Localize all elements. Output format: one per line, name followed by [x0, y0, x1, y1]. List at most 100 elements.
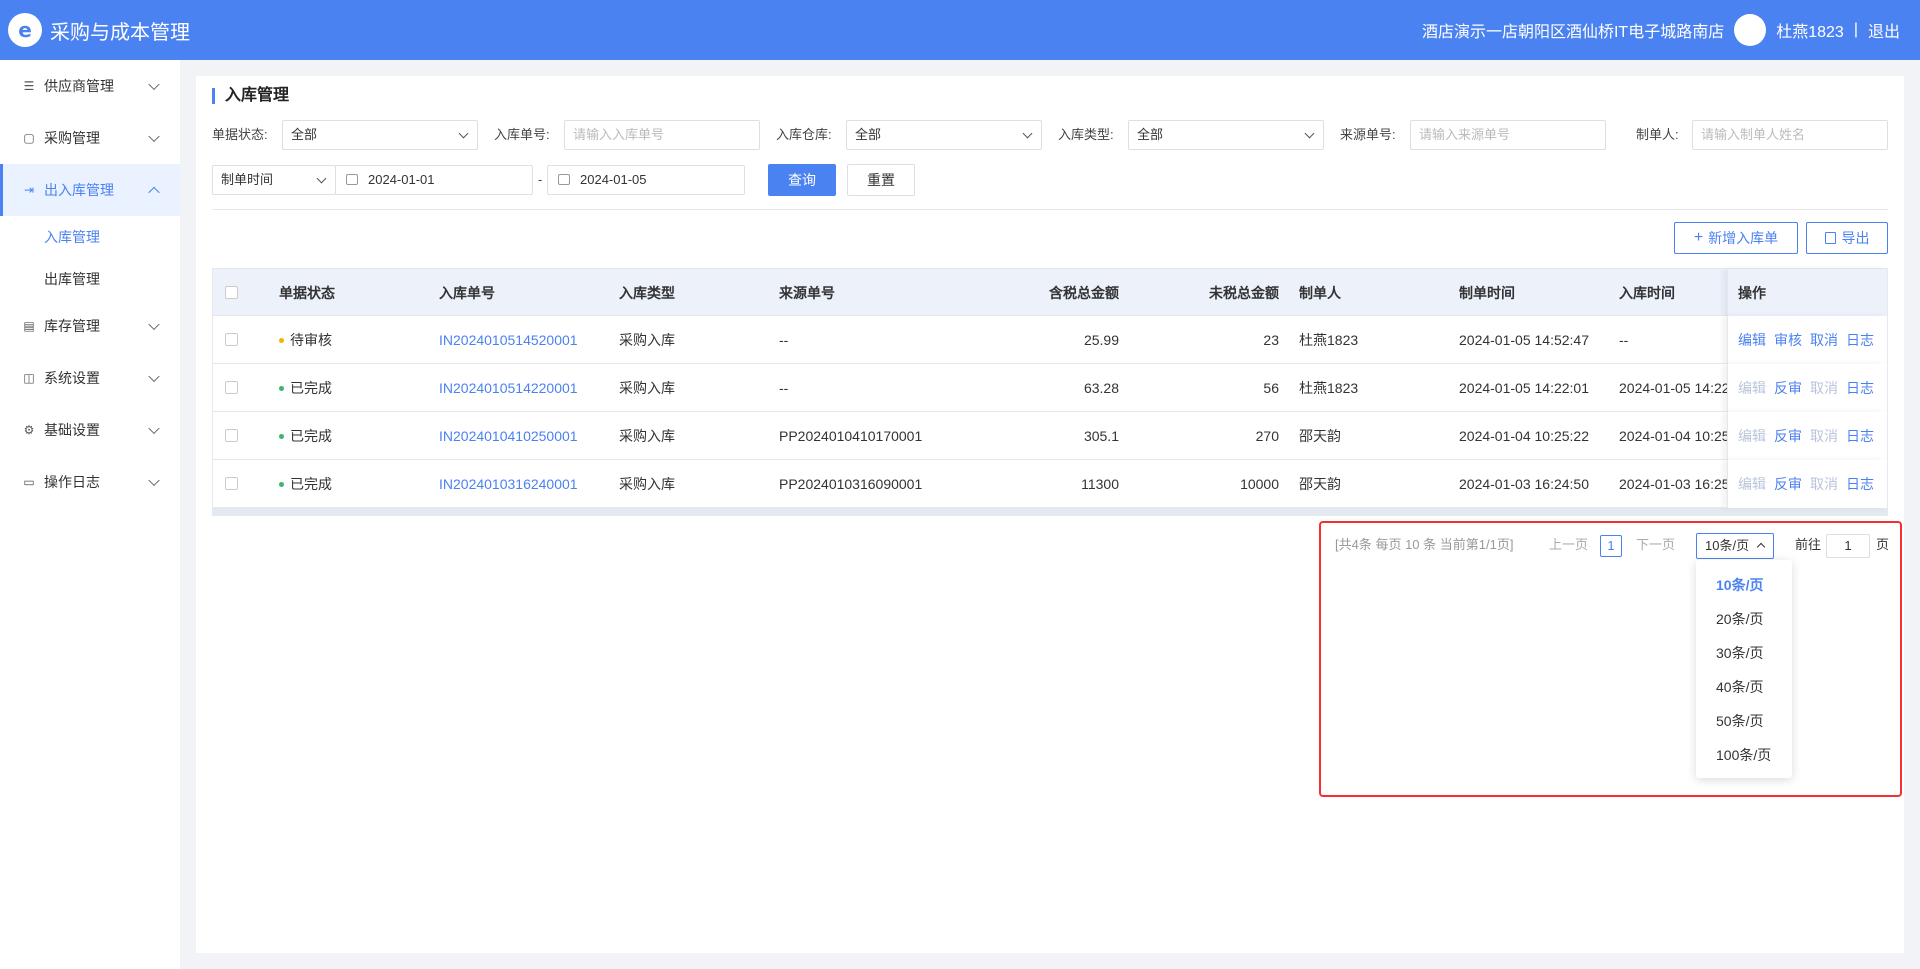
col-header-net-amount: 未税总金额 — [1209, 285, 1279, 301]
row-net-amount: 23 — [1263, 332, 1279, 348]
row-checkbox[interactable] — [225, 381, 238, 394]
type-select[interactable]: 全部 — [1128, 120, 1324, 150]
sidebar-item-log[interactable]: ▭ 操作日志 — [0, 456, 180, 508]
chevron-down-icon — [148, 318, 160, 331]
cancel-button: 取消 — [1810, 476, 1838, 492]
sidebar-item-system[interactable]: ◫ 系统设置 — [0, 352, 180, 404]
source-input[interactable]: 请输入来源单号 — [1410, 120, 1606, 150]
export-icon — [1824, 232, 1836, 244]
row-source: -- — [779, 332, 789, 348]
row-checkbox[interactable] — [225, 333, 238, 346]
export-button[interactable]: 导出 — [1806, 222, 1888, 254]
row-creator: 邵天韵 — [1299, 428, 1341, 444]
col-header-order-no: 入库单号 — [439, 285, 495, 301]
select-all-checkbox[interactable] — [225, 286, 238, 299]
status-select[interactable]: 全部 — [282, 120, 478, 150]
sidebar-item-purchase[interactable]: ▢ 采购管理 — [0, 112, 180, 164]
start-date-input[interactable]: 2024-01-01 — [335, 165, 533, 195]
inventory-icon: ▤ — [23, 319, 35, 333]
sidebar-subitem-outbound[interactable]: 出库管理 — [0, 258, 180, 300]
sidebar: ☰ 供应商管理 ▢ 采购管理 ⇥ 出入库管理 入库管理 出库管理 ▤ 库存管理 … — [0, 60, 180, 969]
start-date-value: 2024-01-01 — [368, 172, 435, 187]
unapprove-button[interactable]: 反审 — [1774, 426, 1802, 446]
table-row: 已完成 IN2024010514220001 采购入库 -- 63.28 56 … — [212, 364, 1888, 412]
row-ops: 编辑 反审 取消 日志 — [1727, 412, 1887, 460]
row-ops: 编辑 审核 取消 日志 — [1727, 316, 1887, 364]
status-filter-label: 单据状态: — [212, 127, 268, 142]
sidebar-item-basic[interactable]: ⚙ 基础设置 — [0, 404, 180, 456]
username[interactable]: 杜燕1823 — [1776, 18, 1844, 42]
reset-button[interactable]: 重置 — [847, 164, 915, 196]
row-created: 2024-01-05 14:22:01 — [1459, 380, 1589, 396]
horizontal-scrollbar[interactable] — [212, 508, 1888, 516]
row-type: 采购入库 — [619, 428, 675, 444]
row-ops: 编辑 反审 取消 日志 — [1727, 364, 1887, 412]
calendar-icon — [558, 174, 570, 185]
col-header-status: 单据状态 — [279, 285, 335, 301]
panel-icon: ◫ — [23, 371, 35, 385]
logout-link[interactable]: 退出 — [1868, 18, 1900, 42]
log-button[interactable]: 日志 — [1846, 474, 1874, 494]
row-order-no-link[interactable]: IN2024010514520001 — [439, 316, 578, 364]
row-ops: 编辑 反审 取消 日志 — [1727, 460, 1887, 508]
order-no-label: 入库单号: — [494, 127, 550, 142]
avatar[interactable] — [1734, 14, 1767, 46]
log-button[interactable]: 日志 — [1846, 330, 1874, 350]
end-date-input[interactable]: 2024-01-05 — [547, 165, 745, 195]
user-area: 酒店演示一店朝阳区酒仙桥IT电子城路南店 杜燕1823 | 退出 — [1422, 0, 1900, 60]
time-type-select[interactable]: 制单时间 — [212, 165, 336, 195]
row-checkbox[interactable] — [225, 477, 238, 490]
approve-button[interactable]: 审核 — [1774, 330, 1802, 350]
sidebar-item-inout[interactable]: ⇥ 出入库管理 — [0, 164, 180, 216]
end-date-value: 2024-01-05 — [580, 172, 647, 187]
log-button[interactable]: 日志 — [1846, 426, 1874, 446]
add-inbound-button[interactable]: + 新增入库单 — [1674, 222, 1798, 254]
unapprove-button[interactable]: 反审 — [1774, 474, 1802, 494]
top-header: e 采购与成本管理 酒店演示一店朝阳区酒仙桥IT电子城路南店 杜燕1823 | … — [0, 0, 1920, 60]
edit-button[interactable]: 编辑 — [1738, 330, 1766, 350]
sidebar-subitem-inbound[interactable]: 入库管理 — [0, 216, 180, 258]
status-dot — [279, 434, 284, 439]
cancel-button[interactable]: 取消 — [1810, 330, 1838, 350]
row-status: 已完成 — [279, 412, 332, 460]
row-tax-amount: 25.99 — [1083, 332, 1119, 348]
warehouse-select[interactable]: 全部 — [846, 120, 1042, 150]
creator-input[interactable]: 请输入制单人姓名 — [1692, 120, 1888, 150]
plus-icon: + — [1693, 229, 1704, 246]
chevron-down-icon — [148, 474, 160, 487]
order-no-input[interactable]: 请输入入库单号 — [564, 120, 760, 150]
store-name[interactable]: 酒店演示一店朝阳区酒仙桥IT电子城路南店 — [1422, 18, 1724, 42]
row-status-text: 已完成 — [290, 428, 332, 444]
row-type: 采购入库 — [619, 380, 675, 396]
log-button[interactable]: 日志 — [1846, 378, 1874, 398]
col-header-source: 来源单号 — [779, 285, 835, 301]
chevron-down-icon — [148, 78, 160, 91]
query-button[interactable]: 查询 — [768, 164, 836, 196]
row-order-no-link[interactable]: IN2024010514220001 — [439, 364, 578, 412]
row-type: 采购入库 — [619, 476, 675, 492]
edit-button: 编辑 — [1738, 428, 1766, 444]
chevron-down-icon — [148, 130, 160, 143]
row-created: 2024-01-05 14:52:47 — [1459, 332, 1589, 348]
row-checkbox[interactable] — [225, 429, 238, 442]
row-net-amount: 10000 — [1240, 476, 1279, 492]
chevron-down-icon — [148, 370, 160, 383]
chevron-down-icon — [148, 422, 160, 435]
row-status-text: 已完成 — [290, 476, 332, 492]
status-select-value: 全部 — [291, 127, 318, 142]
row-tax-amount: 305.1 — [1083, 428, 1119, 444]
edit-button: 编辑 — [1738, 380, 1766, 396]
unapprove-button[interactable]: 反审 — [1774, 378, 1802, 398]
row-tax-amount: 63.28 — [1083, 380, 1119, 396]
table-row: 待审核 IN2024010514520001 采购入库 -- 25.99 23 … — [212, 316, 1888, 364]
sidebar-item-inventory[interactable]: ▤ 库存管理 — [0, 300, 180, 352]
main-panel: 入库管理 单据状态: 全部 入库单号: 请输入入库单号 入库仓库: 全部 入库类… — [196, 76, 1904, 953]
app-title: 采购与成本管理 — [50, 21, 190, 44]
row-order-no-link[interactable]: IN2024010316240001 — [439, 460, 578, 508]
sidebar-item-supplier[interactable]: ☰ 供应商管理 — [0, 60, 180, 112]
warehouse-label: 入库仓库: — [776, 127, 832, 142]
table-header: 单据状态 入库单号 入库类型 来源单号 含税总金额 未税总金额 制单人 制单时间… — [212, 268, 1888, 317]
row-order-no-link[interactable]: IN2024010410250001 — [439, 412, 578, 460]
app-logo-icon: e — [8, 13, 42, 47]
col-header-created: 制单时间 — [1459, 285, 1515, 301]
